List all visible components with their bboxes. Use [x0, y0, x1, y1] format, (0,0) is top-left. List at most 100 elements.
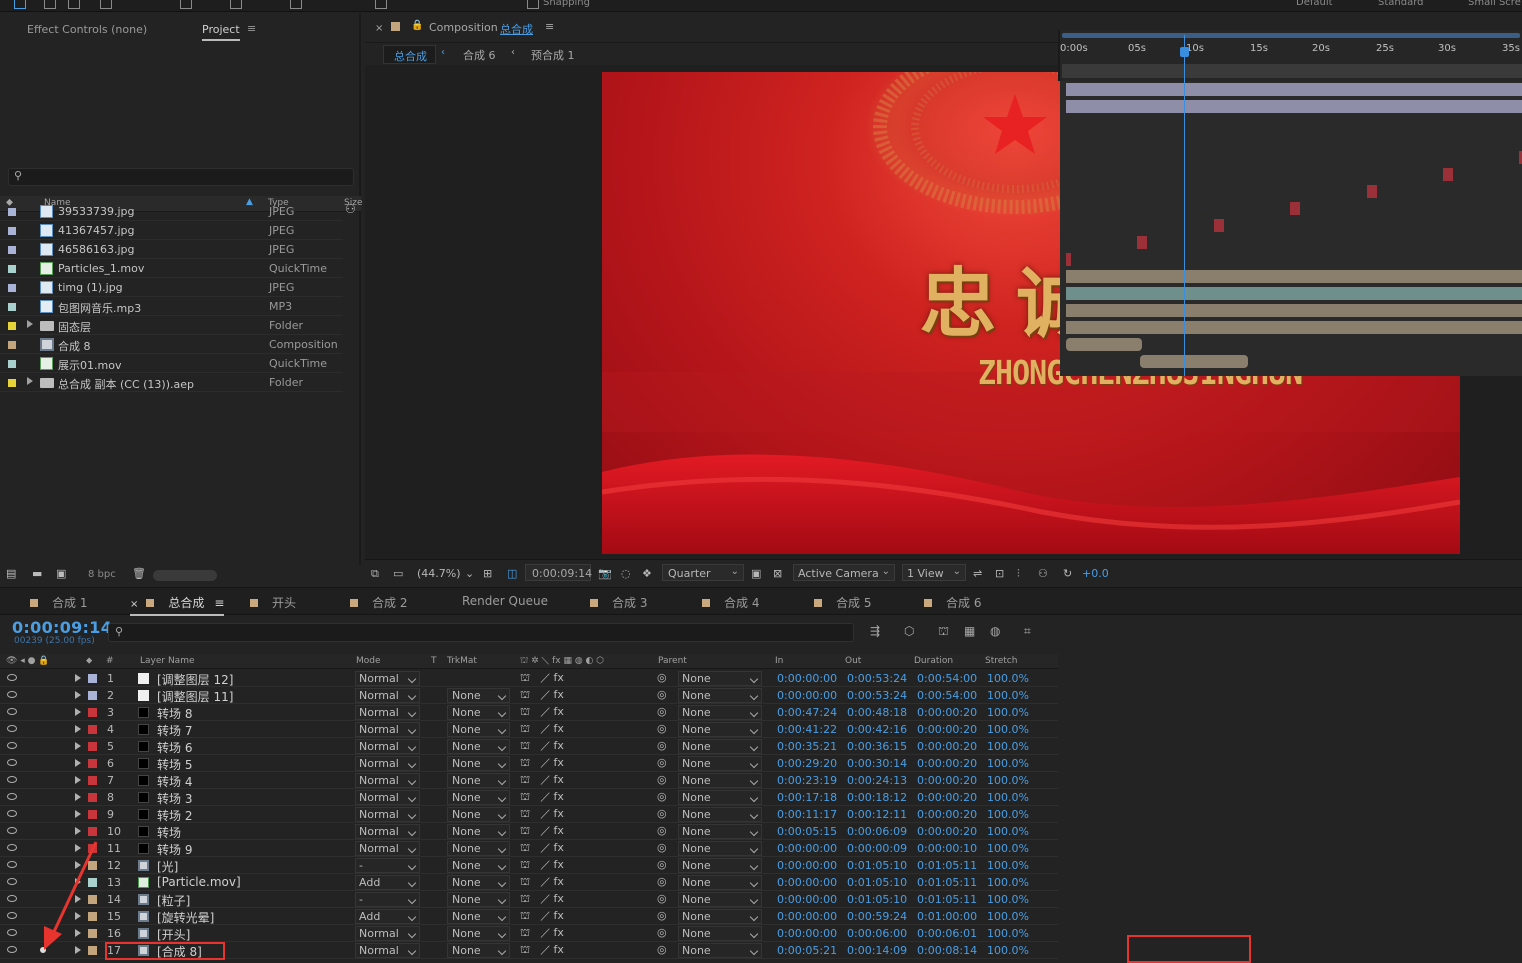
layer-row[interactable]: 13 [Particle.mov] Add None ⛫ ⟋ fx ◎ None 0:00:0… — [0, 874, 1058, 891]
camera-snapshot-icon[interactable]: 📷 — [598, 567, 612, 580]
layer-row[interactable]: 11 转场 9 Normal None ⛫ ⟋ fx ◎ None 0:00:00:00 0:0… — [0, 840, 1058, 857]
crumb-0[interactable]: 总合成 — [383, 45, 436, 64]
tab-comp-2[interactable]: 开头 — [250, 594, 296, 611]
workspace-default[interactable]: Default — [1296, 0, 1333, 8]
tab-comp-5[interactable]: 合成 3 — [590, 594, 647, 611]
parent-select[interactable]: None — [678, 739, 762, 754]
layer-stretch[interactable]: 100.0% — [987, 859, 1029, 872]
layer-duration[interactable]: 0:00:00:20 — [917, 791, 977, 804]
label-swatch[interactable] — [88, 776, 97, 785]
label-swatch[interactable] — [88, 793, 97, 802]
layer-duration[interactable]: 0:00:54:00 — [917, 672, 977, 685]
track-matte-select[interactable]: None — [447, 756, 510, 771]
layer-stretch[interactable]: 100.0% — [987, 791, 1029, 804]
layer-tracks[interactable] — [1060, 81, 1522, 376]
layer-in-time[interactable]: 0:00:41:22 — [777, 723, 837, 736]
layer-out-time[interactable]: 0:00:48:18 — [847, 706, 907, 719]
hand-tool-icon[interactable] — [44, 0, 56, 9]
col-stretch[interactable]: Stretch — [985, 656, 1017, 666]
layer-switches-icons[interactable]: ⛫ ⟋ fx — [520, 739, 564, 754]
layer-stretch[interactable]: 100.0% — [987, 740, 1029, 753]
layer-track-bar[interactable] — [1066, 100, 1522, 113]
layer-name[interactable]: [光] — [157, 858, 178, 875]
layer-name[interactable]: 转场 2 — [157, 807, 192, 824]
tab-render-queue[interactable]: Render Queue — [462, 594, 548, 608]
layer-in-time[interactable]: 0:00:05:15 — [777, 825, 837, 838]
visibility-eye-icon[interactable] — [7, 827, 17, 834]
layer-switches-icons[interactable]: ⛫ ⟋ fx — [520, 773, 564, 788]
layer-row[interactable]: 16 [开头] Normal None ⛫ ⟋ fx ◎ None 0:00:00:00 0:0… — [0, 925, 1058, 942]
layer-in-time[interactable]: 0:00:00:00 — [777, 859, 837, 872]
zoom-tool-icon[interactable] — [68, 0, 80, 9]
layer-stretch[interactable]: 100.0% — [987, 672, 1029, 685]
project-search-input[interactable]: ⚲ — [8, 168, 354, 186]
crumb-2[interactable]: 预合成 1 — [531, 47, 575, 63]
new-composition-icon[interactable]: ▣ — [56, 567, 66, 580]
layer-duration[interactable]: 0:00:00:20 — [917, 723, 977, 736]
layer-duration[interactable]: 0:00:08:14 — [917, 944, 977, 957]
pick-whip-icon[interactable]: ◎ — [657, 858, 667, 871]
blend-mode-select[interactable]: Normal — [355, 773, 420, 788]
track-matte-select[interactable]: None — [447, 790, 510, 805]
time-ruler[interactable]: 0:00s 05s 10s 15s 20s 25s 30s 35s — [1058, 30, 1522, 81]
layer-duration[interactable]: 0:00:00:10 — [917, 842, 977, 855]
tab-comp-1[interactable]: × 总合成 ≡ — [130, 594, 225, 616]
expand-triangle-icon[interactable] — [75, 691, 81, 699]
layer-stretch[interactable]: 100.0% — [987, 893, 1029, 906]
visibility-eye-icon[interactable] — [7, 844, 17, 851]
visibility-eye-icon[interactable] — [7, 861, 17, 868]
layer-out-time[interactable]: 0:01:05:10 — [847, 876, 907, 889]
layer-duration[interactable]: 0:00:54:00 — [917, 689, 977, 702]
layer-switches-icons[interactable]: ⛫ ⟋ fx — [520, 722, 564, 737]
label-swatch[interactable] — [8, 246, 16, 254]
blend-mode-select[interactable]: - — [355, 892, 420, 907]
layer-in-time[interactable]: 0:00:00:00 — [777, 689, 837, 702]
layer-row[interactable]: 12 [光] - None ⛫ ⟋ fx ◎ None 0:00:00:00 0:01:05:1… — [0, 857, 1058, 874]
layer-stretch[interactable]: 100.0% — [987, 774, 1029, 787]
layer-track-bar[interactable] — [1066, 253, 1072, 266]
frame-blending-icon[interactable]: ▦ — [964, 624, 975, 638]
always-preview-icon[interactable]: ⧉ — [371, 567, 379, 581]
show-snapshot-icon[interactable]: ◌ — [621, 567, 631, 580]
layer-track-bar[interactable] — [1066, 287, 1522, 300]
track-matte-select[interactable]: None — [447, 824, 510, 839]
label-swatch[interactable] — [8, 284, 16, 292]
layer-stretch[interactable]: 100.0% — [987, 876, 1029, 889]
visibility-eye-icon[interactable] — [7, 725, 17, 732]
project-item[interactable]: 固态层 Folder — [0, 316, 343, 335]
tab-project[interactable]: Project — [202, 23, 240, 41]
label-swatch[interactable] — [8, 322, 16, 330]
layer-duration[interactable]: 0:01:00:00 — [917, 910, 977, 923]
layer-row[interactable]: 15 [旋转光晕] Add None ⛫ ⟋ fx ◎ None 0:00:00:00 0:00… — [0, 908, 1058, 925]
pick-whip-icon[interactable]: ◎ — [657, 739, 667, 752]
snapping-checkbox-icon[interactable] — [527, 0, 539, 9]
layer-switches-icons[interactable]: ⛫ ⟋ fx — [520, 909, 564, 924]
layer-duration[interactable]: 0:01:05:11 — [917, 876, 977, 889]
expand-triangle-icon[interactable] — [75, 725, 81, 733]
blend-mode-select[interactable]: Normal — [355, 943, 420, 958]
current-time-indicator[interactable] — [1184, 35, 1185, 376]
layer-track-bar[interactable] — [1290, 202, 1301, 215]
visibility-eye-icon[interactable] — [7, 708, 17, 715]
parent-select[interactable]: None — [678, 705, 762, 720]
layer-stretch[interactable]: 100.0% — [987, 757, 1029, 770]
pick-whip-icon[interactable]: ◎ — [657, 807, 667, 820]
blend-mode-select[interactable]: Add — [355, 875, 420, 890]
layer-row[interactable]: 2 [调整图层 11] Normal None ⛫ ⟋ fx ◎ None 0:00:00:0… — [0, 687, 1058, 704]
track-matte-select[interactable]: None — [447, 858, 510, 873]
pick-whip-icon[interactable]: ◎ — [657, 722, 667, 735]
label-swatch[interactable] — [8, 360, 16, 368]
pick-whip-icon[interactable]: ◎ — [657, 824, 667, 837]
track-matte-select[interactable]: None — [447, 773, 510, 788]
pick-whip-icon[interactable]: ◎ — [657, 671, 667, 684]
label-swatch[interactable] — [8, 227, 16, 235]
timeline-timecode[interactable]: 0:00:09:14 — [12, 618, 112, 637]
project-item[interactable]: 总合成 副本 (CC (13)).aep Folder — [0, 373, 343, 392]
expand-triangle-icon[interactable] — [75, 827, 81, 835]
parent-select[interactable]: None — [678, 858, 762, 873]
layer-switches-icons[interactable]: ⛫ ⟋ fx — [520, 790, 564, 805]
close-tab-icon[interactable]: × — [130, 599, 138, 610]
blend-mode-select[interactable]: Normal — [355, 790, 420, 805]
layer-duration[interactable]: 0:01:05:11 — [917, 893, 977, 906]
track-matte-select[interactable]: None — [447, 909, 510, 924]
